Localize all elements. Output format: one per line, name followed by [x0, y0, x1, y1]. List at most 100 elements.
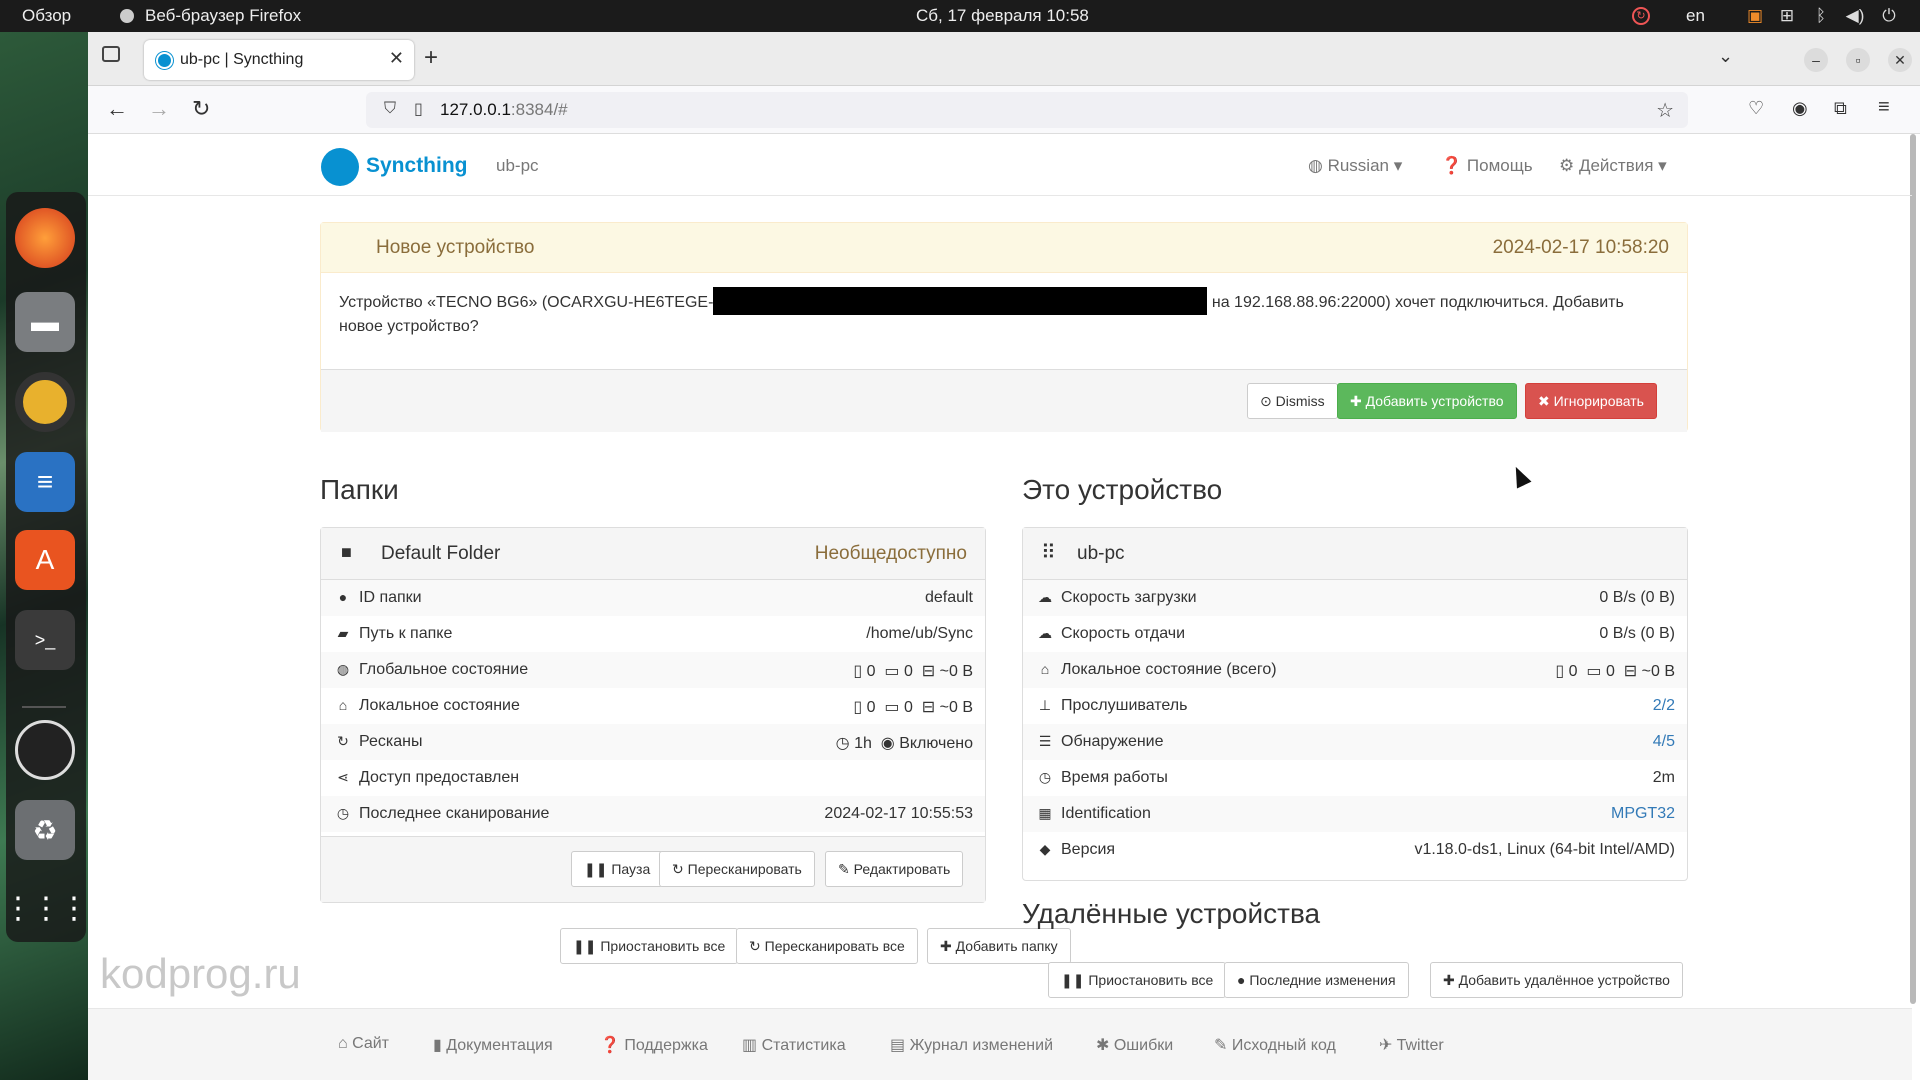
- screencast-icon[interactable]: ▣: [1744, 5, 1766, 27]
- account-icon[interactable]: ◉: [1792, 98, 1808, 119]
- url-bar[interactable]: ⛉ ▯ 127.0.0.1:8384/# ☆: [366, 92, 1688, 128]
- maximize-icon[interactable]: ▫: [1846, 48, 1870, 72]
- minimize-icon[interactable]: –: [1804, 48, 1828, 72]
- footer-link-stats[interactable]: ▥ Статистика: [742, 1035, 846, 1055]
- edit-folder-button[interactable]: ✎ Редактировать: [825, 851, 964, 887]
- identification-link[interactable]: MPGT32: [1611, 805, 1675, 823]
- add-remote-device-button[interactable]: ✚ Добавить удалённое устройство: [1430, 962, 1683, 998]
- obs-icon[interactable]: [15, 720, 75, 780]
- tab-close-icon[interactable]: ✕: [389, 48, 404, 69]
- dismiss-button[interactable]: ⊙ Dismiss: [1247, 383, 1338, 419]
- footer-link-bugs[interactable]: ✱ Ошибки: [1096, 1035, 1173, 1055]
- recent-changes-button[interactable]: ● Последние изменения: [1224, 962, 1409, 998]
- system-top-bar: Обзор Веб-браузер Firefox Сб, 17 февраля…: [0, 0, 1920, 32]
- discovery-link[interactable]: 4/5: [1653, 733, 1675, 751]
- reload-icon[interactable]: ↻: [192, 96, 210, 122]
- new-tab-icon[interactable]: +: [424, 44, 438, 72]
- forward-icon[interactable]: →: [148, 96, 170, 122]
- menu-icon[interactable]: ≡: [1878, 96, 1890, 119]
- language-menu[interactable]: ◍ Russian ▾: [1308, 156, 1402, 176]
- add-device-button[interactable]: ✚ Добавить устройство: [1337, 383, 1517, 419]
- terminal-icon[interactable]: >_: [15, 610, 75, 670]
- volume-icon[interactable]: ◀): [1844, 5, 1866, 27]
- activities-button[interactable]: Обзор: [22, 6, 71, 26]
- language-label: Russian: [1327, 156, 1389, 175]
- footer-stats-label: Статистика: [761, 1037, 846, 1054]
- pocket-icon[interactable]: ♡: [1748, 98, 1764, 119]
- local-total-label: Локальное состояние (всего): [1061, 661, 1277, 678]
- ignore-button[interactable]: ✖ Игнорировать: [1525, 383, 1657, 419]
- recent-changes-label: Последние изменения: [1249, 972, 1396, 988]
- download-value: 0 B/s (0 B): [1599, 589, 1675, 606]
- url-text[interactable]: 127.0.0.1:8384/#: [440, 100, 568, 120]
- global-state-label: Глобальное состояние: [359, 661, 529, 678]
- actions-menu[interactable]: ⚙ Действия ▾: [1559, 156, 1667, 176]
- syncthing-logo-text[interactable]: Syncthing: [366, 154, 468, 178]
- local-state-label: Локальное состояние: [359, 697, 520, 714]
- clock[interactable]: Сб, 17 февраля 10:58: [916, 6, 1089, 26]
- pause-label: Пауза: [611, 861, 651, 877]
- this-device-panel-header[interactable]: ⠿ ub-pc: [1023, 528, 1687, 580]
- directory-icon: ▭: [884, 663, 900, 680]
- footer-link-docs[interactable]: ▮ Документация: [433, 1035, 553, 1055]
- footer-link-site[interactable]: ⌂ Сайт: [338, 1035, 389, 1053]
- network-icon[interactable]: ⊞: [1776, 5, 1798, 27]
- rhythmbox-icon[interactable]: [15, 372, 75, 432]
- this-device-heading: Это устройство: [1022, 474, 1223, 505]
- app-center-icon[interactable]: A: [15, 530, 75, 590]
- tab-overflow-chevron-icon[interactable]: ⌄: [1718, 46, 1733, 67]
- pause-folder-button[interactable]: ❚❚ Пауза: [571, 851, 664, 887]
- folder-id-label: ID папки: [359, 589, 422, 606]
- update-icon[interactable]: ↻: [1632, 7, 1650, 25]
- footer-link-source[interactable]: ✎ Исходный код: [1214, 1035, 1336, 1055]
- folder-panel-header[interactable]: ■ Default Folder Необщедоступно: [321, 528, 985, 580]
- help-menu[interactable]: ❓ Помощь: [1441, 156, 1533, 176]
- home-icon: ⌂: [1040, 661, 1050, 677]
- total-files: 0: [1568, 663, 1578, 680]
- tab-syncthing[interactable]: ub-pc | Syncthing ✕: [144, 40, 414, 80]
- files-icon[interactable]: ▬: [15, 292, 75, 352]
- syncthing-page: Syncthing ub-pc ◍ Russian ▾ ❓ Помощь ⚙ Д…: [88, 134, 1920, 1080]
- file-icon: ▯: [853, 663, 863, 680]
- trash-icon[interactable]: ♻: [15, 800, 75, 860]
- footer-twitter-label: Twitter: [1396, 1037, 1444, 1054]
- page-scrollbar[interactable]: [1910, 134, 1916, 1004]
- pause-all-folders-button[interactable]: ❚❚ Приостановить все: [560, 928, 739, 964]
- shield-icon[interactable]: ⛉: [384, 100, 396, 118]
- syncthing-logo-icon[interactable]: [321, 148, 359, 186]
- rescan-row: ↻ Ресканы ◷ 1h ◉ Включено: [321, 724, 985, 760]
- add-folder-button[interactable]: ✚ Добавить папку: [927, 928, 1071, 964]
- rescan-folder-button[interactable]: ↻ Пересканировать: [659, 851, 815, 887]
- folder-panel-footer: ❚❚ Пауза ↻ Пересканировать ✎ Редактирова…: [321, 836, 985, 902]
- this-device-name: ub-pc: [1077, 543, 1125, 564]
- add-folder-label: Добавить папку: [955, 938, 1058, 954]
- active-app-name[interactable]: Веб-браузер Firefox: [145, 6, 301, 26]
- show-apps-icon[interactable]: ⋮⋮⋮: [3, 878, 89, 938]
- rescan-all-button[interactable]: ↻ Пересканировать все: [736, 928, 918, 964]
- syncthing-favicon-icon: [156, 52, 173, 69]
- back-icon[interactable]: ←: [106, 96, 128, 122]
- footer-link-support[interactable]: ❓ Поддержка: [600, 1035, 708, 1055]
- footer-link-twitter[interactable]: ✈ Twitter: [1379, 1035, 1444, 1055]
- close-window-icon[interactable]: ✕: [1888, 48, 1912, 72]
- bookmark-star-icon[interactable]: ☆: [1656, 98, 1674, 123]
- folders-heading: Папки: [320, 474, 399, 505]
- global-state-value: ▯ 0 ▭ 0 ⊟ ~0 B: [853, 661, 973, 681]
- notice-text-before: Устройство «TECNO BG6» (OCARXGU-HE6TEGE-: [339, 294, 714, 312]
- listener-link[interactable]: 2/2: [1653, 697, 1675, 715]
- tab-list-icon[interactable]: [102, 46, 120, 62]
- bluetooth-icon[interactable]: ᛒ: [1810, 5, 1832, 27]
- writer-icon[interactable]: ≡: [15, 452, 75, 512]
- remote-devices-heading: Удалённые устройства: [1022, 898, 1321, 929]
- extensions-icon[interactable]: ⧉: [1834, 98, 1847, 119]
- pause-all-devices-button[interactable]: ❚❚ Приостановить все: [1048, 962, 1227, 998]
- watch-status: Включено: [899, 735, 973, 752]
- firefox-dock-icon[interactable]: [15, 208, 75, 268]
- header-device-name: ub-pc: [496, 156, 539, 175]
- notice-title: Новое устройство: [376, 237, 535, 258]
- page-info-icon[interactable]: ▯: [414, 99, 423, 119]
- hdd-icon: ⊟: [921, 663, 936, 680]
- footer-link-changelog[interactable]: ▤ Журнал изменений: [890, 1035, 1053, 1055]
- power-icon[interactable]: ⏻: [1878, 5, 1900, 27]
- keyboard-layout[interactable]: en: [1686, 6, 1705, 26]
